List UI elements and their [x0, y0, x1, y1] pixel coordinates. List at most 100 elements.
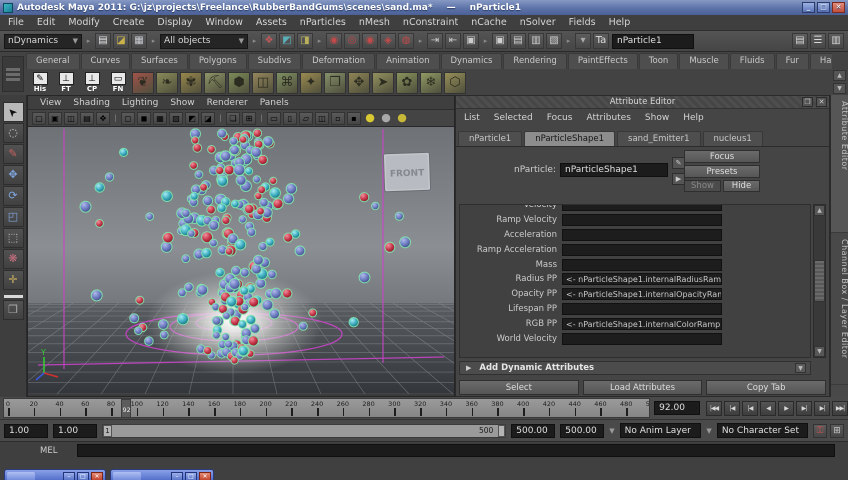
- snap-plane-icon[interactable]: ◈: [380, 33, 396, 49]
- viewport-menu-lighting[interactable]: Lighting: [122, 98, 158, 108]
- play-backwards-button[interactable]: ◀: [760, 401, 776, 416]
- viewport-menu-panels[interactable]: Panels: [260, 98, 289, 108]
- shelf-icon-13[interactable]: ❄: [420, 72, 442, 94]
- viewport-3d-view[interactable]: FRONTY: [28, 127, 454, 396]
- presets-button[interactable]: Presets: [684, 165, 760, 178]
- ae-tab-nparticleshape1[interactable]: nParticleShape1: [524, 131, 615, 146]
- close-button[interactable]: ✕: [832, 2, 845, 13]
- menu-nparticles[interactable]: nParticles: [300, 17, 346, 28]
- select-object-icon[interactable]: ◩: [279, 33, 295, 49]
- all-lights-icon[interactable]: ●: [379, 112, 393, 125]
- shelf-icon-12[interactable]: ✿: [396, 72, 418, 94]
- lasso-select-tool[interactable]: ◌: [3, 123, 24, 143]
- shelf-tab-general[interactable]: General: [26, 53, 80, 69]
- shelf-scroll-up-icon[interactable]: ▲: [833, 70, 846, 81]
- group-divider[interactable]: ▸: [565, 34, 572, 49]
- playback-end-field[interactable]: 500.00: [511, 424, 555, 438]
- minimize-button[interactable]: –: [171, 472, 183, 480]
- render-current-icon[interactable]: ▤: [510, 33, 526, 49]
- attribute-value-field[interactable]: [562, 229, 722, 241]
- shelf-fn-tool[interactable]: ▭FN: [106, 71, 130, 94]
- play-forwards-button[interactable]: ▶: [778, 401, 794, 416]
- attribute-value-field[interactable]: [562, 333, 722, 345]
- group-divider[interactable]: ▸: [85, 34, 92, 49]
- scale-tool[interactable]: ◰: [3, 207, 24, 227]
- group-divider[interactable]: ▸: [417, 34, 424, 49]
- ae-menu-list[interactable]: List: [464, 113, 480, 123]
- hide-button[interactable]: Hide: [723, 180, 760, 192]
- titlebar[interactable]: Autodesk Maya 2011: G:\jz\projects\Freel…: [0, 0, 848, 15]
- output-connections-icon[interactable]: ⇤: [445, 33, 461, 49]
- toggle-attribute-editor-icon[interactable]: ▤: [792, 33, 808, 49]
- new-scene-icon[interactable]: ▤: [95, 33, 111, 49]
- shelf-ft-tool[interactable]: ⊥FT: [54, 71, 78, 94]
- attribute-value-field[interactable]: [562, 214, 722, 226]
- ae-tab-sand_emitter1[interactable]: sand_Emitter1: [617, 131, 700, 146]
- scrollbar-thumb[interactable]: [814, 260, 825, 302]
- xray-icon[interactable]: ◩: [185, 112, 199, 125]
- menu-nmesh[interactable]: nMesh: [359, 17, 390, 28]
- current-time-field[interactable]: 92.00: [654, 401, 700, 415]
- attribute-value-field[interactable]: [562, 244, 722, 256]
- chevron-down-icon[interactable]: ▼: [609, 427, 614, 435]
- step-back-frame-button[interactable]: |◀: [742, 401, 758, 416]
- timeline-ruler[interactable]: 0204060801001201401601802002202402602803…: [3, 398, 650, 418]
- render-view-icon[interactable]: ▣: [492, 33, 508, 49]
- character-set-dropdown[interactable]: No Character Set: [717, 423, 808, 438]
- rotate-tool[interactable]: ⟳: [3, 186, 24, 206]
- menu-ncache[interactable]: nCache: [471, 17, 507, 28]
- step-back-key-button[interactable]: |◀: [724, 401, 740, 416]
- menu-nconstraint[interactable]: nConstraint: [403, 17, 458, 28]
- soft-modification-tool[interactable]: ❋: [3, 249, 24, 269]
- backface-icon[interactable]: ◪: [201, 112, 215, 125]
- shelf-tab-painteffects[interactable]: PaintEffects: [568, 53, 638, 69]
- attribute-scroll-area[interactable]: VelocityRamp VelocityAccelerationRamp Ac…: [459, 204, 811, 358]
- menu-display[interactable]: Display: [157, 17, 192, 28]
- shelf-tab-toon[interactable]: Toon: [639, 53, 679, 69]
- shelf-scroll-down-icon[interactable]: ▼: [833, 83, 846, 94]
- viewport-menu-shading[interactable]: Shading: [73, 98, 110, 108]
- wireframe-icon[interactable]: ◻: [121, 112, 135, 125]
- shelf-tab-hair[interactable]: Hair: [810, 53, 832, 69]
- shelf-tab-curves[interactable]: Curves: [81, 53, 131, 69]
- scroll-up-icon[interactable]: ▲: [814, 205, 825, 216]
- show-button[interactable]: Show: [684, 180, 721, 192]
- close-panel-icon[interactable]: ✕: [816, 97, 827, 107]
- minimize-button[interactable]: –: [63, 472, 75, 480]
- auto-key-icon[interactable]: ⊞: [830, 424, 844, 438]
- grid-toggle-icon[interactable]: ⊞: [242, 112, 256, 125]
- shaded-icon[interactable]: ◼: [137, 112, 151, 125]
- ae-menu-help[interactable]: Help: [683, 113, 704, 123]
- input-connections-icon[interactable]: ⇥: [427, 33, 443, 49]
- render-settings-icon[interactable]: ▧: [546, 33, 562, 49]
- go-to-start-button[interactable]: |◀◀: [706, 401, 722, 416]
- group-divider[interactable]: ▸: [316, 34, 323, 49]
- menu-assets[interactable]: Assets: [256, 17, 287, 28]
- range-end-handle[interactable]: [498, 425, 505, 437]
- perspective-viewport[interactable]: ViewShadingLightingShowRendererPanels ▢▣…: [27, 95, 455, 397]
- paint-select-tool[interactable]: ✎: [3, 144, 24, 164]
- layout-single-pane-button[interactable]: ❐: [3, 300, 24, 320]
- default-light-icon[interactable]: ●: [363, 112, 377, 125]
- range-start-handle[interactable]: 1: [103, 425, 112, 437]
- menu-set-dropdown[interactable]: nDynamics ▼: [4, 34, 82, 49]
- shelf-tab-surfaces[interactable]: Surfaces: [131, 53, 188, 69]
- sidebar-tab-attribute-editor[interactable]: Attribute Editor: [831, 95, 848, 233]
- attribute-value-field[interactable]: <- nParticleShape1.internalOpacityRamp: [562, 288, 722, 300]
- shelf-icon-11[interactable]: ➤: [372, 72, 394, 94]
- two-d-pan-icon[interactable]: ✥: [96, 112, 110, 125]
- attribute-editor-header[interactable]: Attribute Editor ❐ ✕: [456, 96, 829, 109]
- focus-button[interactable]: Focus: [684, 150, 760, 163]
- resolution-gate-icon[interactable]: ▯: [283, 112, 297, 125]
- shelf-icon-10[interactable]: ✥: [348, 72, 370, 94]
- menu-modify[interactable]: Modify: [68, 17, 99, 28]
- isolate-icon[interactable]: ❏: [226, 112, 240, 125]
- shelf-tab-muscle[interactable]: Muscle: [679, 53, 728, 69]
- rename-input-icon[interactable]: Ta: [593, 33, 609, 49]
- scroll-down-icon[interactable]: ▼: [814, 346, 825, 357]
- playback-range-track[interactable]: 1 500: [102, 424, 506, 438]
- shelf-icon-2[interactable]: ❧: [156, 72, 178, 94]
- snap-point-icon[interactable]: ◉: [362, 33, 378, 49]
- close-button[interactable]: ✕: [91, 472, 103, 480]
- anim-layer-dropdown[interactable]: No Anim Layer: [620, 423, 702, 438]
